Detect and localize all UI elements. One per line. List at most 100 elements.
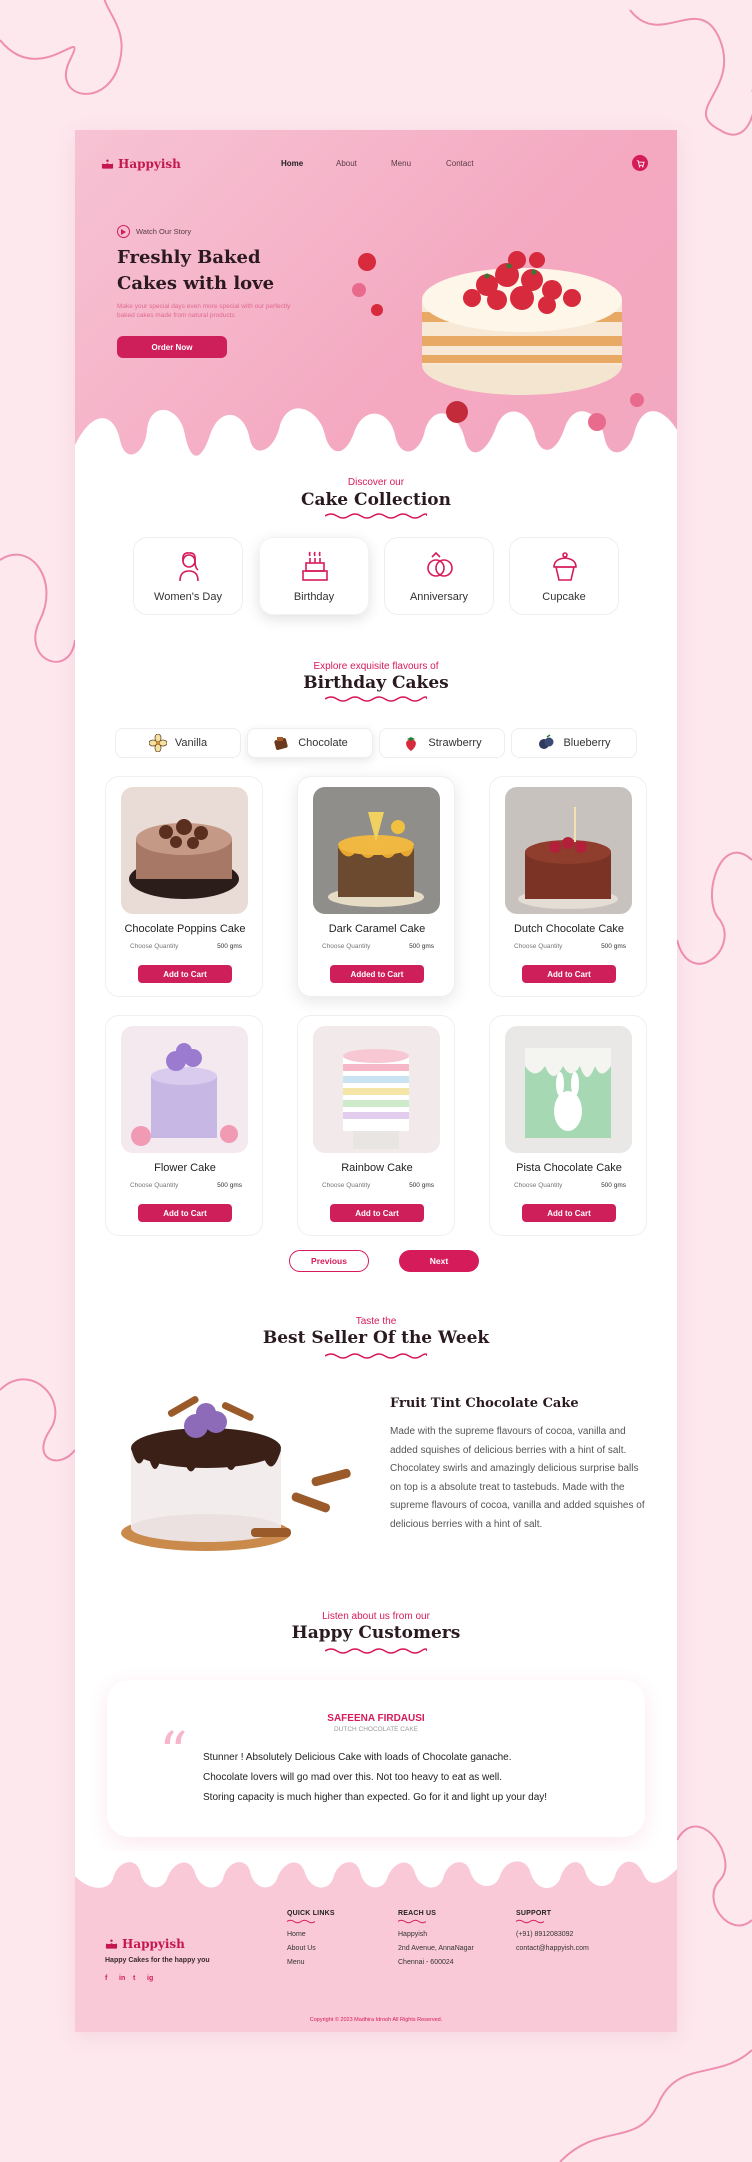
customers-title: Happy Customers bbox=[291, 1623, 461, 1643]
flavour-tab-blueberry[interactable]: Blueberry bbox=[511, 728, 637, 758]
quantity-select[interactable]: Choose Quantity 500 gms bbox=[514, 943, 626, 950]
quantity-select[interactable]: Choose Quantity 500 gms bbox=[322, 1182, 434, 1189]
flavour-tab-chocolate[interactable]: Chocolate bbox=[247, 728, 373, 758]
nav-home[interactable]: Home bbox=[281, 159, 336, 168]
social-links: f in t ig bbox=[105, 1975, 155, 1983]
birthday-cake-icon bbox=[302, 551, 328, 581]
cart-button[interactable] bbox=[632, 155, 648, 171]
quantity-select[interactable]: Choose Quantity 500 gms bbox=[322, 943, 434, 950]
quantity-value: 500 gms bbox=[409, 1182, 434, 1189]
heading-underline bbox=[516, 1919, 544, 1924]
footer-email[interactable]: contact@happyish.com bbox=[516, 1945, 589, 1952]
instagram-icon[interactable]: ig bbox=[147, 1975, 155, 1983]
collection-title: Cake Collection bbox=[300, 490, 452, 510]
footer-address-line: Chennai - 600024 bbox=[398, 1959, 454, 1966]
cake-image bbox=[505, 1026, 632, 1153]
bestseller-product-name: Fruit Tint Chocolate Cake bbox=[390, 1396, 579, 1411]
footer-drip bbox=[75, 1851, 677, 1889]
footer-link-about[interactable]: About Us bbox=[287, 1945, 335, 1952]
flavour-label: Chocolate bbox=[298, 737, 348, 749]
footer-link-menu[interactable]: Menu bbox=[287, 1959, 335, 1966]
blueberry-icon bbox=[539, 734, 554, 749]
cake-name: Chocolate Poppins Cake bbox=[124, 923, 246, 935]
add-to-cart-button[interactable]: Add to Cart bbox=[138, 1204, 232, 1222]
nav-contact[interactable]: Contact bbox=[446, 159, 501, 168]
hero-subtitle: Make your special days even more special… bbox=[117, 303, 291, 319]
add-to-cart-button[interactable]: Add to Cart bbox=[330, 1204, 424, 1222]
order-now-button[interactable]: Order Now bbox=[117, 336, 227, 358]
flavour-tab-strawberry[interactable]: Strawberry bbox=[379, 728, 505, 758]
rings-icon bbox=[427, 551, 453, 577]
next-button[interactable]: Next bbox=[399, 1250, 479, 1272]
testimonial-line: Stunner ! Absolutely Delicious Cake with… bbox=[203, 1752, 512, 1763]
category-label: Women's Day bbox=[154, 591, 222, 603]
quantity-select[interactable]: Choose Quantity 500 gms bbox=[130, 1182, 242, 1189]
footer-quick-links: QUICK LINKS Home About Us Menu bbox=[287, 1910, 335, 1966]
woman-icon bbox=[179, 552, 199, 582]
brand-logo[interactable]: Happyish bbox=[101, 157, 181, 171]
bestseller-description: Made with the supreme flavours of cocoa,… bbox=[390, 1426, 645, 1530]
chocolate-icon bbox=[274, 737, 288, 750]
strawberry-cake-image bbox=[352, 251, 644, 431]
heading-underline bbox=[398, 1919, 426, 1924]
quantity-value: 500 gms bbox=[217, 943, 242, 950]
watch-story-link[interactable]: Watch Our Story bbox=[117, 225, 191, 238]
category-anniversary[interactable]: Anniversary bbox=[384, 537, 494, 615]
hero-title-line2: Cakes with love bbox=[117, 273, 275, 294]
quantity-label: Choose Quantity bbox=[322, 943, 371, 950]
collection-kicker: Discover our bbox=[347, 477, 405, 488]
hero-section: Happyish Home About Menu Contact Watch O… bbox=[75, 130, 677, 485]
cake-card[interactable]: Dutch Chocolate Cake Choose Quantity 500 … bbox=[489, 776, 647, 997]
add-to-cart-button[interactable]: Add to Cart bbox=[138, 965, 232, 983]
added-to-cart-button[interactable]: Added to Cart bbox=[330, 965, 424, 983]
category-label: Cupcake bbox=[542, 591, 586, 603]
nav-menu[interactable]: Menu bbox=[391, 159, 446, 168]
quantity-value: 500 gms bbox=[217, 1182, 242, 1189]
vanilla-flower-icon bbox=[148, 734, 167, 752]
cupcake-icon bbox=[553, 552, 577, 581]
title-underline bbox=[325, 696, 427, 702]
quantity-value: 500 gms bbox=[601, 1182, 626, 1189]
cake-card[interactable]: Rainbow Cake Choose Quantity 500 gms Add … bbox=[297, 1015, 455, 1236]
play-icon bbox=[117, 225, 130, 238]
facebook-icon[interactable]: f bbox=[105, 1975, 113, 1983]
linkedin-icon[interactable]: in bbox=[119, 1975, 127, 1983]
quantity-select[interactable]: Choose Quantity 500 gms bbox=[130, 943, 242, 950]
testimonial-line: Chocolate lovers will go mad over this. … bbox=[203, 1772, 503, 1783]
flavour-label: Strawberry bbox=[428, 737, 482, 749]
hero-title-line1: Freshly Baked bbox=[117, 247, 261, 268]
cake-card[interactable]: Dark Caramel Cake Choose Quantity 500 gms… bbox=[297, 776, 455, 997]
cake-card[interactable]: Pista Chocolate Cake Choose Quantity 500 … bbox=[489, 1015, 647, 1236]
testimonial-card: “ SAFEENA FIRDAUSI DUTCH CHOCOLATE CAKE … bbox=[107, 1680, 645, 1837]
footer-address-line: 2nd Avenue, AnnaNagar bbox=[398, 1945, 474, 1952]
nav-about[interactable]: About bbox=[336, 159, 391, 168]
cake-card[interactable]: Flower Cake Choose Quantity 500 gms Add t… bbox=[105, 1015, 263, 1236]
footer-heading: SUPPORT bbox=[516, 1910, 552, 1917]
quantity-label: Choose Quantity bbox=[130, 943, 179, 950]
page: Happyish Home About Menu Contact Watch O… bbox=[75, 130, 677, 2032]
cake-name: Pista Chocolate Cake bbox=[516, 1162, 622, 1174]
category-womens-day[interactable]: Women's Day bbox=[133, 537, 243, 615]
cart-icon bbox=[636, 159, 645, 167]
previous-button[interactable]: Previous bbox=[289, 1250, 369, 1272]
quantity-label: Choose Quantity bbox=[322, 1182, 371, 1189]
birthday-title: Birthday Cakes bbox=[303, 673, 449, 693]
flavour-label: Blueberry bbox=[563, 737, 611, 749]
cake-image bbox=[505, 787, 632, 914]
footer-logo[interactable]: Happyish bbox=[105, 1937, 185, 1951]
cake-name: Dark Caramel Cake bbox=[328, 923, 426, 935]
category-label: Birthday bbox=[293, 591, 335, 603]
category-cupcake[interactable]: Cupcake bbox=[509, 537, 619, 615]
add-to-cart-button[interactable]: Add to Cart bbox=[522, 1204, 616, 1222]
flavour-tab-vanilla[interactable]: Vanilla bbox=[115, 728, 241, 758]
category-birthday[interactable]: Birthday bbox=[259, 537, 369, 615]
footer-phone[interactable]: (+91) 8912083092 bbox=[516, 1931, 589, 1938]
quantity-label: Choose Quantity bbox=[514, 1182, 563, 1189]
quantity-value: 500 gms bbox=[409, 943, 434, 950]
cake-image bbox=[121, 787, 248, 914]
cake-card[interactable]: Chocolate Poppins Cake Choose Quantity 50… bbox=[105, 776, 263, 997]
footer-link-home[interactable]: Home bbox=[287, 1931, 335, 1938]
quantity-select[interactable]: Choose Quantity 500 gms bbox=[514, 1182, 626, 1189]
twitter-icon[interactable]: t bbox=[133, 1975, 141, 1983]
add-to-cart-button[interactable]: Add to Cart bbox=[522, 965, 616, 983]
